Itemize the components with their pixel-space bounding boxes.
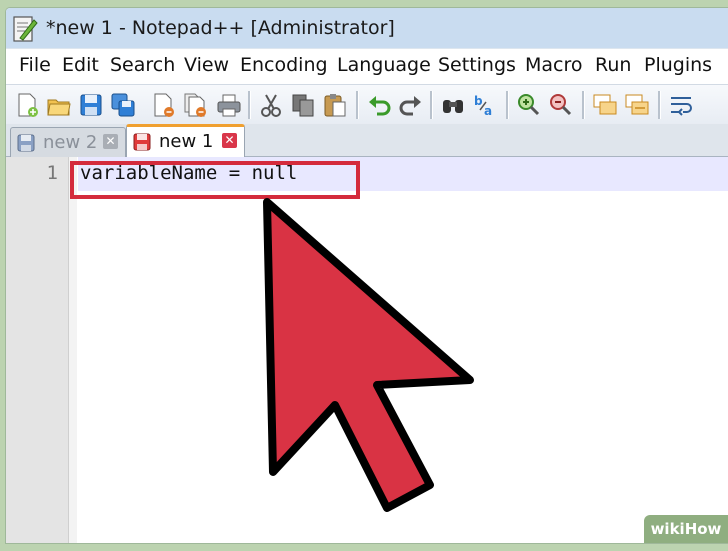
- tab-label: new 1: [159, 131, 214, 152]
- replace-icon[interactable]: ba: [472, 92, 498, 118]
- save-all-icon[interactable]: [110, 92, 136, 118]
- zoom-out-icon[interactable]: [548, 92, 574, 118]
- copy-icon[interactable]: [290, 92, 316, 118]
- menu-bar: File Edit Search View Encoding Language …: [6, 48, 728, 85]
- menu-file[interactable]: File: [19, 54, 51, 76]
- new-file-icon[interactable]: [14, 92, 40, 118]
- saved-file-icon: [17, 134, 35, 152]
- menu-run[interactable]: Run: [595, 54, 631, 76]
- line-number-gutter: 1: [6, 157, 69, 543]
- fold-margin: [69, 157, 77, 543]
- menu-plugins[interactable]: Plugins: [644, 54, 712, 76]
- paste-icon[interactable]: [322, 92, 348, 118]
- tab-new-2[interactable]: new 2 ✕: [10, 127, 126, 158]
- zoom-in-icon[interactable]: [516, 92, 542, 118]
- toolbar: ba: [6, 84, 728, 126]
- notepadplusplus-app-icon: [10, 14, 38, 44]
- unsaved-file-icon: [133, 133, 151, 151]
- sync-horizontal-icon[interactable]: [624, 92, 650, 118]
- menu-language[interactable]: Language: [337, 54, 431, 76]
- menu-edit[interactable]: Edit: [62, 54, 99, 76]
- cut-icon[interactable]: [258, 92, 284, 118]
- wikihow-watermark: wikiHow: [644, 515, 728, 543]
- undo-icon[interactable]: [366, 92, 392, 118]
- pointer-arrow-icon: [263, 198, 474, 512]
- word-wrap-icon[interactable]: [668, 92, 694, 118]
- svg-text:a: a: [484, 104, 492, 118]
- tab-bar: new 2 ✕ new 1 ✕: [6, 124, 728, 160]
- close-icon[interactable]: [150, 92, 176, 118]
- close-icon[interactable]: ✕: [222, 133, 237, 148]
- line-number: 1: [46, 162, 58, 184]
- window-title: *new 1 - Notepad++ [Administrator]: [46, 17, 395, 39]
- save-icon[interactable]: [78, 92, 104, 118]
- sync-vertical-icon[interactable]: [592, 92, 618, 118]
- find-icon[interactable]: [440, 92, 466, 118]
- tab-new-1[interactable]: new 1 ✕: [126, 124, 245, 160]
- open-file-icon[interactable]: [46, 92, 72, 118]
- tab-label: new 2: [43, 132, 98, 153]
- menu-settings[interactable]: Settings: [438, 54, 516, 76]
- svg-text:b: b: [474, 94, 483, 108]
- print-icon[interactable]: [216, 92, 242, 118]
- menu-macro[interactable]: Macro: [525, 54, 583, 76]
- redo-icon[interactable]: [398, 92, 424, 118]
- close-icon[interactable]: ✕: [103, 134, 118, 149]
- close-all-icon[interactable]: [182, 92, 208, 118]
- menu-search[interactable]: Search: [110, 54, 175, 76]
- menu-encoding[interactable]: Encoding: [240, 54, 328, 76]
- menu-view[interactable]: View: [184, 54, 229, 76]
- title-bar: *new 1 - Notepad++ [Administrator]: [6, 8, 728, 48]
